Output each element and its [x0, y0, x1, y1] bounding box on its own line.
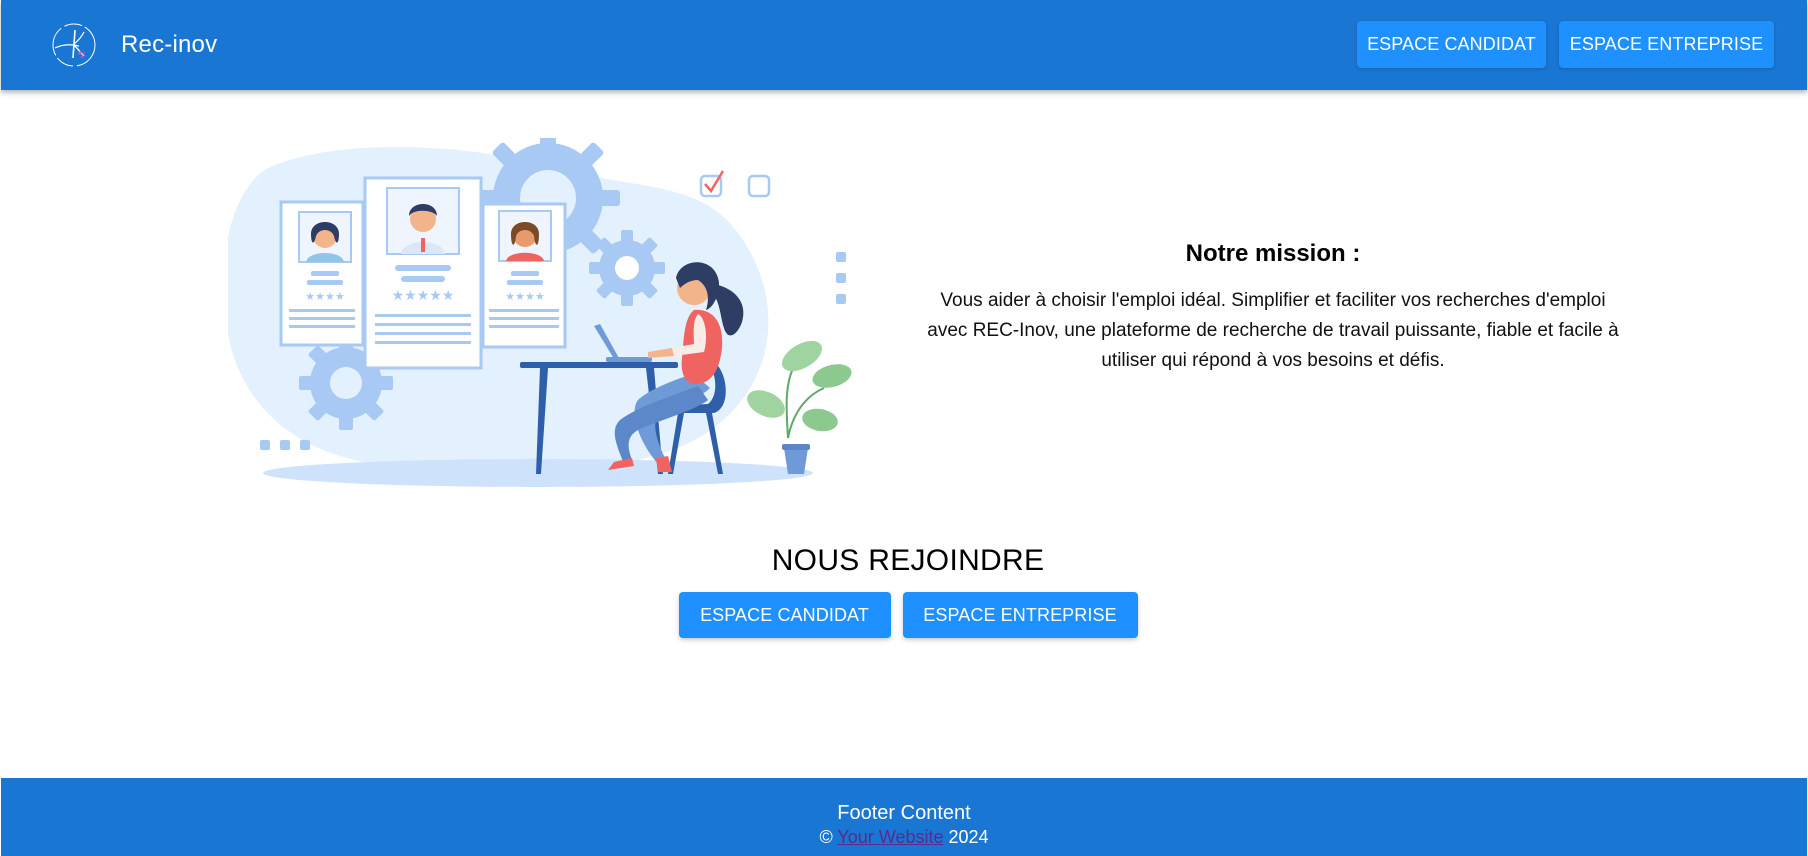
page: Rec-inov ESPACE CANDIDAT ESPACE ENTREPRI… [0, 0, 1808, 856]
copyright-symbol: © [819, 827, 833, 847]
brand[interactable]: Rec-inov [51, 22, 217, 68]
gear-icon-small [589, 230, 665, 306]
mission-section: Notre mission : Vous aider à choisir l'e… [918, 240, 1628, 376]
join-buttons: ESPACE CANDIDAT ESPACE ENTREPRISE [0, 592, 1808, 638]
join-section: NOUS REJOINDRE ESPACE CANDIDAT ESPACE EN… [0, 544, 1808, 638]
mission-title: Notre mission : [1185, 240, 1361, 267]
join-title: NOUS REJOINDRE [771, 544, 1045, 577]
svg-text:★★★★: ★★★★ [505, 291, 545, 303]
recruitment-illustration: ★★★★ ★★★★ ★★★★★ [228, 138, 852, 487]
mission-text: Vous aider à choisir l'emploi idéal. Sim… [927, 290, 1619, 371]
profile-card-right: ★★★★ [481, 202, 567, 349]
checkbox-checked-icon [699, 170, 725, 198]
footer-year: 2024 [948, 827, 989, 847]
svg-text:★★★★★: ★★★★★ [392, 287, 455, 303]
header-nav: ESPACE CANDIDAT ESPACE ENTREPRISE [1357, 21, 1774, 68]
rec-inov-logo [52, 23, 96, 67]
dots-decoration-right [836, 252, 846, 304]
profile-card-center: ★★★★★ [363, 176, 483, 370]
profile-card-left: ★★★★ [279, 200, 365, 347]
header-espace-entreprise-button[interactable]: ESPACE ENTREPRISE [1559, 21, 1774, 68]
svg-text:★★★★: ★★★★ [305, 291, 345, 303]
join-espace-candidat-button[interactable]: ESPACE CANDIDAT [678, 592, 891, 638]
footer-title: Footer Content [837, 802, 971, 824]
header-espace-candidat-button[interactable]: ESPACE CANDIDAT [1357, 21, 1546, 68]
join-espace-entreprise-button[interactable]: ESPACE ENTREPRISE [902, 592, 1138, 638]
footer: Footer Content © Your Website 2024 [1, 778, 1807, 856]
app-header: Rec-inov ESPACE CANDIDAT ESPACE ENTREPRI… [1, 0, 1807, 90]
footer-website-link[interactable]: Your Website [837, 827, 943, 847]
dots-decoration-left [260, 440, 310, 450]
checkbox-empty-icon [747, 174, 771, 198]
brand-name: Rec-inov [121, 31, 218, 58]
footer-copyright: © Your Website 2024 [1, 827, 1807, 848]
